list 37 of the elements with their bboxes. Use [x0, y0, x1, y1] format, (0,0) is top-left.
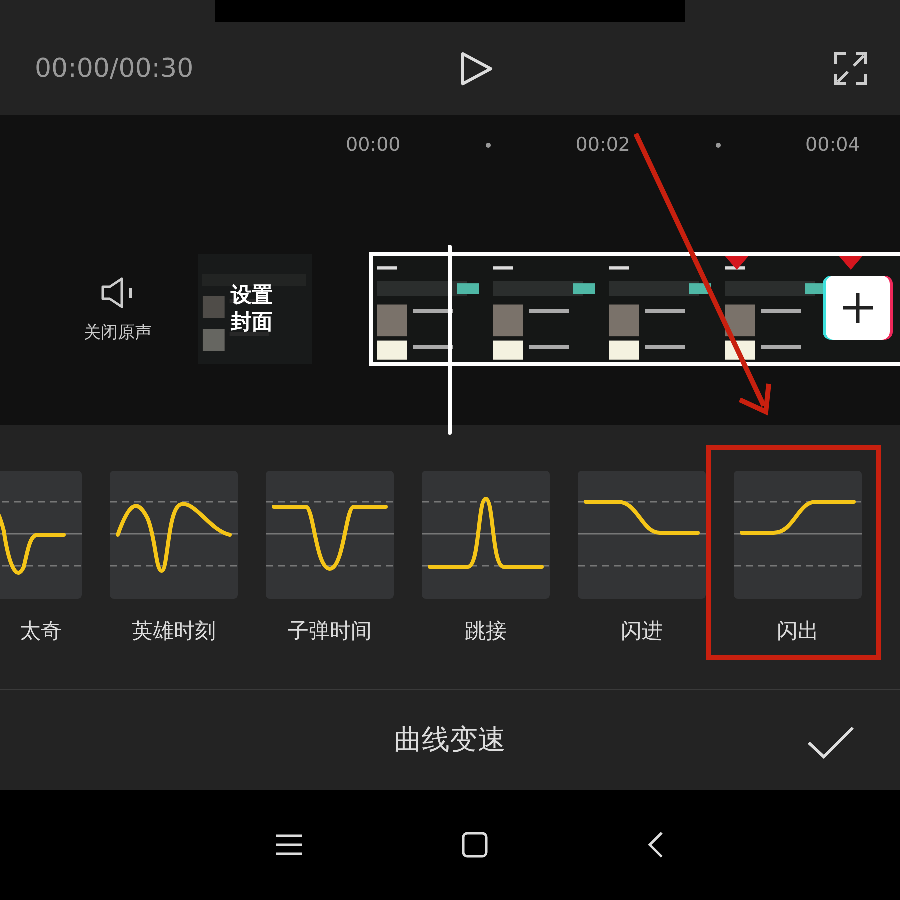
speed-preset[interactable]: 跳接 [422, 471, 550, 645]
preset-label: 子弹时间 [288, 618, 372, 645]
home-icon[interactable] [462, 832, 488, 858]
curve-icon [578, 471, 706, 599]
add-clip-button[interactable] [826, 276, 890, 340]
preset-label: 跳接 [465, 618, 507, 645]
ruler-label: 00:00 [346, 134, 401, 156]
marker-icon [839, 256, 864, 270]
play-icon[interactable] [460, 50, 494, 86]
back-icon[interactable] [648, 831, 664, 859]
preset-label: 闪进 [621, 618, 663, 645]
video-clip[interactable] [369, 252, 900, 366]
speed-preset[interactable]: 闪进 [578, 471, 706, 645]
tick-dot [486, 142, 491, 148]
speed-preset[interactable]: 太奇 [0, 471, 82, 645]
curve-icon [266, 471, 394, 599]
playback-time: 00:00/00:30 [35, 54, 195, 84]
check-icon[interactable] [807, 726, 855, 760]
ruler-label: 00:04 [806, 134, 860, 156]
preset-label: 英雄时刻 [132, 618, 216, 645]
speed-preset[interactable]: 子弹时间 [266, 471, 394, 645]
marker-icon [725, 256, 750, 270]
ruler-label: 00:02 [576, 134, 631, 156]
preset-label: 太奇 [20, 618, 62, 645]
menu-icon[interactable] [276, 834, 302, 856]
plus-icon [843, 293, 874, 323]
mute-original-button[interactable]: 关闭原声 [84, 276, 152, 344]
curve-icon [422, 471, 550, 599]
speed-preset[interactable]: 闪出 [734, 471, 862, 645]
panel-title: 曲线变速 [394, 722, 506, 758]
fullscreen-icon[interactable] [834, 52, 868, 86]
curve-icon [734, 471, 862, 599]
preset-label: 闪出 [777, 618, 819, 645]
set-cover-button[interactable]: 设置封面 [198, 254, 312, 364]
curve-icon [110, 471, 238, 599]
tick-dot [716, 142, 721, 148]
speed-preset[interactable]: 英雄时刻 [110, 471, 238, 645]
